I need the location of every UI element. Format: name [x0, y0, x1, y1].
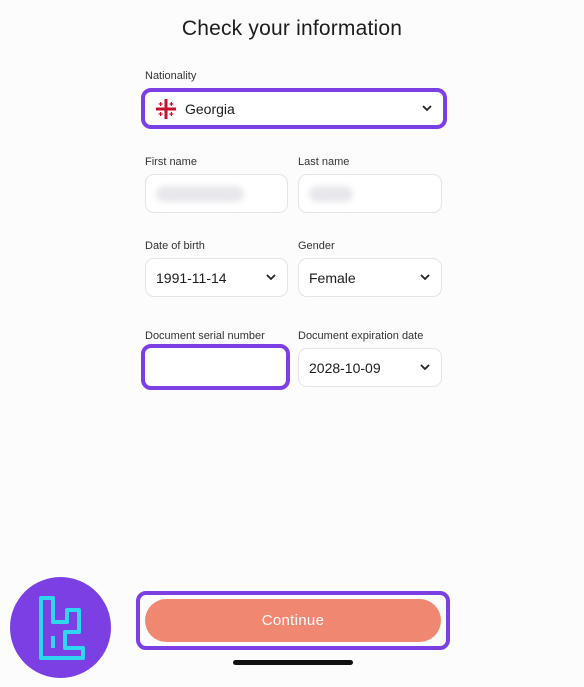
document-serial-input[interactable] [145, 348, 286, 386]
logo-mark-icon [38, 595, 85, 660]
nationality-value: Georgia [185, 100, 235, 117]
gender-label: Gender [298, 240, 335, 252]
date-of-birth-value: 1991-11-14 [156, 269, 227, 286]
nationality-label: Nationality [145, 70, 197, 82]
nationality-select[interactable]: Georgia [145, 92, 443, 125]
redacted-text [156, 185, 244, 202]
chevron-down-icon [421, 103, 433, 115]
first-name-field[interactable] [145, 174, 288, 213]
home-indicator [233, 660, 353, 665]
redacted-text [309, 185, 353, 202]
document-expiration-select[interactable]: 2028-10-09 [298, 348, 442, 387]
document-expiration-label: Document expiration date [298, 330, 424, 342]
page-title: Check your information [181, 17, 403, 40]
date-of-birth-select[interactable]: 1991-11-14 [145, 258, 288, 297]
gender-select[interactable]: Female [298, 258, 442, 297]
gender-value: Female [309, 269, 356, 286]
first-name-label: First name [145, 156, 197, 168]
last-name-field[interactable] [298, 174, 442, 213]
chevron-down-icon [419, 272, 431, 284]
continue-button[interactable]: Continue [145, 599, 441, 642]
chevron-down-icon [265, 272, 277, 284]
document-expiration-value: 2028-10-09 [309, 359, 381, 376]
document-serial-label: Document serial number [145, 330, 265, 342]
last-name-label: Last name [298, 156, 350, 168]
date-of-birth-label: Date of birth [145, 240, 205, 252]
chevron-down-icon [419, 362, 431, 374]
brand-logo [10, 577, 111, 678]
georgia-flag-icon [155, 97, 177, 120]
